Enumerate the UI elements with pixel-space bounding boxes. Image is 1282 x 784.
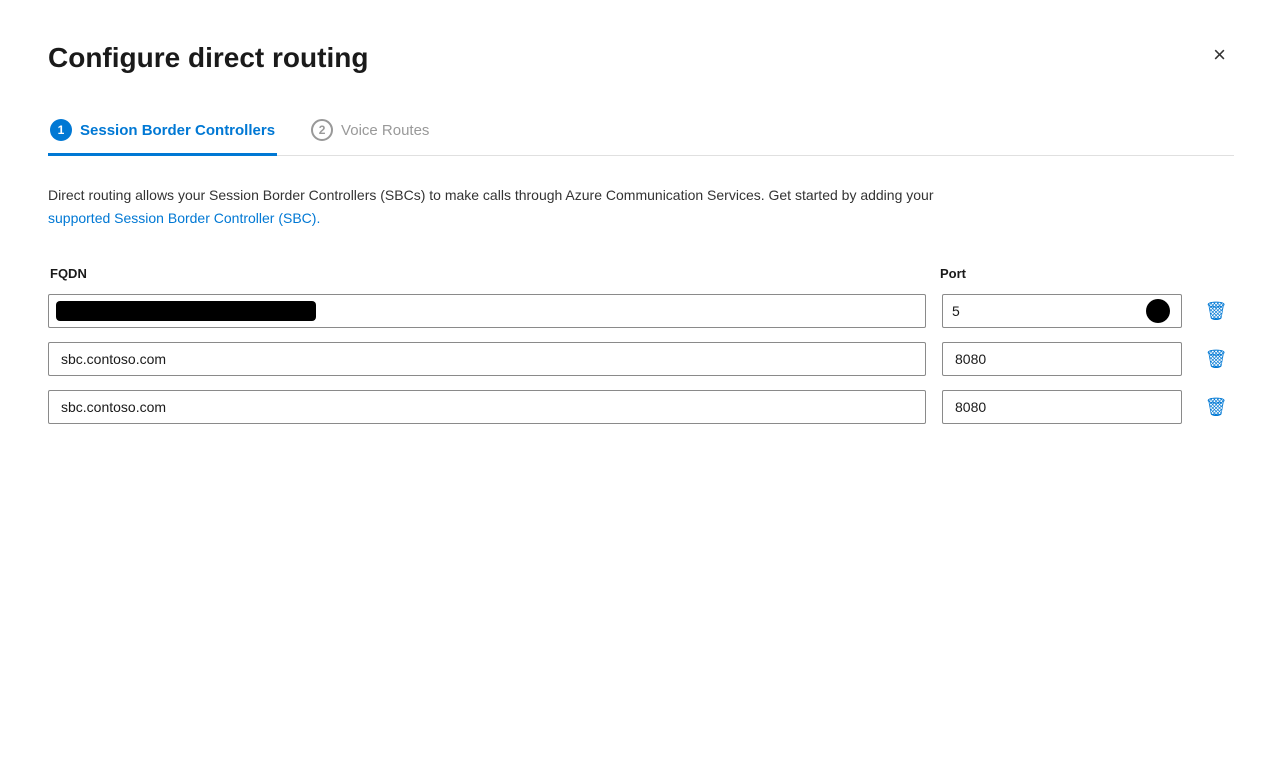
description-text: Direct routing allows your Session Borde…: [48, 184, 948, 229]
delete-button-1[interactable]: 🗑: [1198, 293, 1234, 329]
dialog-header: Configure direct routing ×: [48, 40, 1234, 76]
fqdn-field-1-wrapper: [48, 294, 926, 328]
trash-icon-2: 🗑: [1205, 349, 1228, 370]
sbc-link[interactable]: supported Session Border Controller (SBC…: [48, 210, 320, 226]
tab-sbc-number: 1: [50, 119, 72, 141]
tab-sbc-label: Session Border Controllers: [80, 122, 275, 139]
port-field-1-wrapper: 5: [942, 294, 1182, 328]
tab-voice-routes[interactable]: 2 Voice Routes: [309, 109, 431, 156]
action-column-header: [1194, 265, 1234, 283]
trash-icon-1: 🗑: [1205, 301, 1228, 322]
description-text-before-link: Direct routing allows your Session Borde…: [48, 187, 934, 203]
tab-session-border-controllers[interactable]: 1 Session Border Controllers: [48, 109, 277, 156]
configure-direct-routing-dialog: Configure direct routing × 1 Session Bor…: [0, 0, 1282, 784]
dialog-title: Configure direct routing: [48, 40, 368, 76]
delete-button-3[interactable]: 🗑: [1198, 389, 1234, 425]
port-input-1[interactable]: [942, 294, 1182, 328]
fqdn-input-3[interactable]: [48, 390, 926, 424]
port-input-3[interactable]: [942, 390, 1182, 424]
table-row: 5 🗑: [48, 293, 1234, 329]
table-row: 🗑: [48, 341, 1234, 377]
tab-voice-routes-label: Voice Routes: [341, 122, 429, 139]
table-header: FQDN Port: [48, 265, 1234, 283]
port-input-2[interactable]: [942, 342, 1182, 376]
close-button[interactable]: ×: [1205, 40, 1234, 70]
fqdn-label: FQDN: [48, 266, 87, 281]
fqdn-input-1[interactable]: [48, 294, 926, 328]
trash-icon-3: 🗑: [1205, 397, 1228, 418]
fqdn-input-2[interactable]: [48, 342, 926, 376]
port-label: Port: [938, 266, 966, 281]
tabs-container: 1 Session Border Controllers 2 Voice Rou…: [48, 108, 1234, 156]
table-row: 🗑: [48, 389, 1234, 425]
fqdn-column-header: FQDN: [48, 265, 922, 283]
tab-voice-routes-number: 2: [311, 119, 333, 141]
delete-button-2[interactable]: 🗑: [1198, 341, 1234, 377]
port-column-header: Port: [938, 265, 1178, 283]
